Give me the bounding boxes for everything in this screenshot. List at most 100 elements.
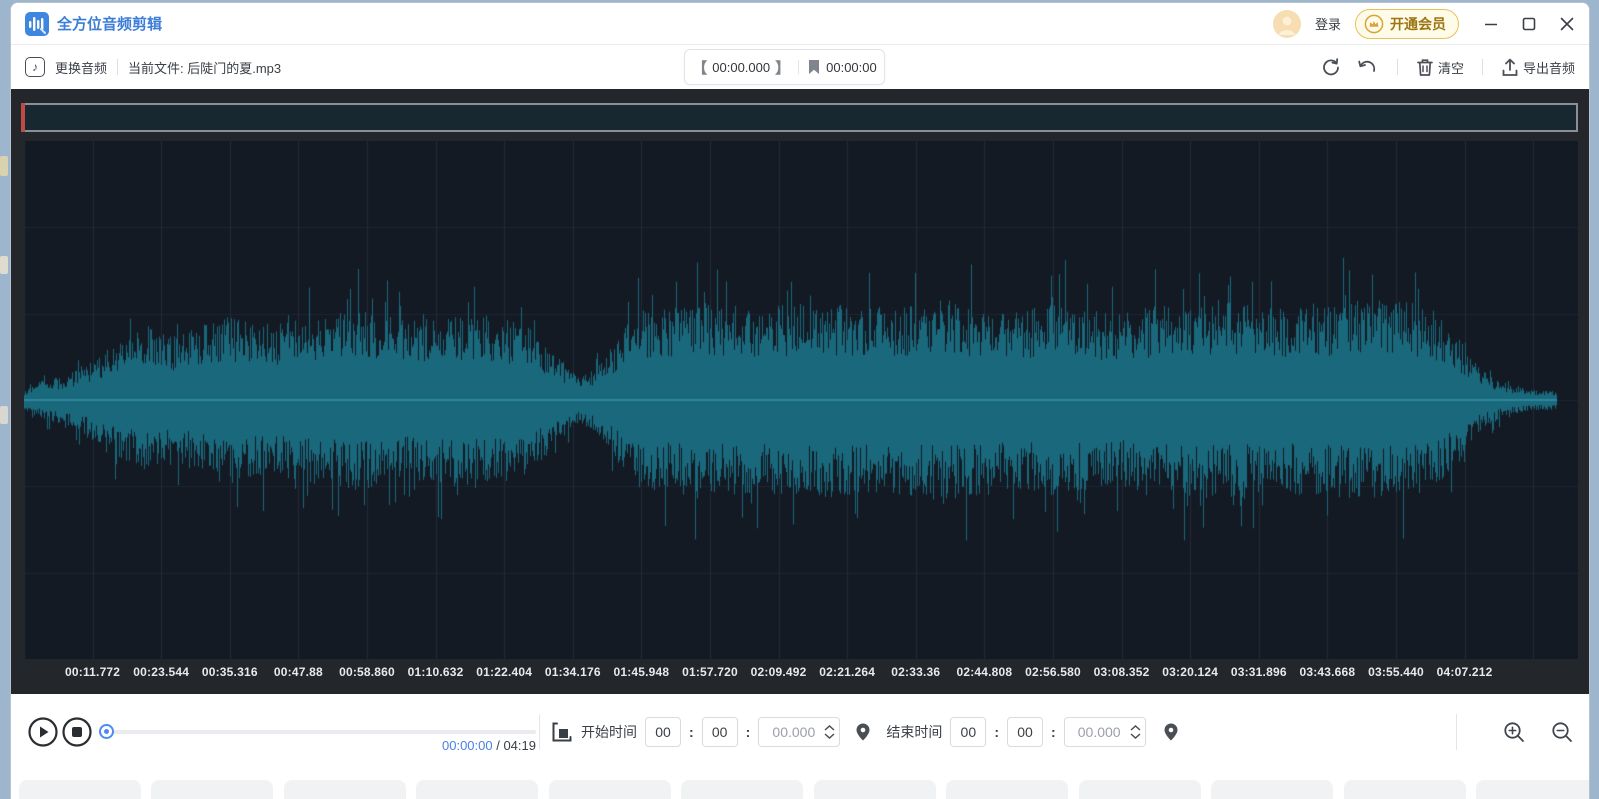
colon: : [689,724,694,740]
music-note-icon: ♪ [25,57,45,77]
start-seconds-value: 00.000 [767,724,820,740]
trash-icon [1416,58,1434,77]
undo-icon [1357,57,1379,77]
set-end-pin-icon[interactable] [1162,722,1180,742]
zoom-out-icon[interactable] [1551,721,1573,743]
minimize-button[interactable] [1483,16,1499,32]
stop-button[interactable] [61,716,93,748]
current-file-label: 当前文件: 后陡门的夏.mp3 [128,58,281,77]
minimap-playhead[interactable] [21,103,25,132]
waveform-minimap[interactable] [21,103,1578,132]
chevron-up-icon [824,725,835,731]
effect-card[interactable] [284,780,406,799]
change-audio-button[interactable]: ♪ 更换音频 [25,57,107,77]
login-button[interactable]: 登录 [1315,14,1341,33]
time-tick: 00:35.316 [202,665,258,679]
effect-card[interactable] [681,780,803,799]
end-seconds-value: 00.000 [1073,724,1126,740]
chevron-down-icon [1130,733,1141,739]
member-label: 开通会员 [1390,14,1446,34]
change-audio-label: 更换音频 [55,58,107,77]
open-membership-button[interactable]: 开通会员 [1355,9,1459,39]
select-range-icon[interactable] [551,721,573,743]
play-button[interactable] [27,716,59,748]
export-label: 导出音频 [1523,58,1575,77]
selection-time-box: 【 00:00.000 】 00:00:00 [684,49,885,85]
effect-card[interactable] [814,780,936,799]
redo-icon [1321,57,1341,77]
start-seconds-box[interactable]: 00.000 [758,717,840,747]
time-tick: 02:21.264 [819,665,875,679]
time-axis: 00:11.772 00:23.544 00:35.316 00:47.88 00:58… [11,665,1589,683]
end-minute-input[interactable] [1007,717,1043,747]
bracket-right-icon: 】 [775,57,790,78]
time-tick: 03:55.440 [1368,665,1424,679]
clear-button[interactable]: 清空 [1416,58,1464,77]
time-tick: 01:22.404 [476,665,532,679]
set-start-pin-icon[interactable] [854,722,872,742]
end-hour-input[interactable] [950,717,986,747]
effect-card[interactable] [1211,780,1333,799]
total-time: 04:19 [503,738,536,753]
effect-card[interactable] [946,780,1068,799]
time-tick: 02:09.492 [751,665,807,679]
divider [798,60,799,74]
clear-label: 清空 [1438,58,1464,77]
time-tick: 00:58.860 [339,665,395,679]
start-seconds-spinner[interactable] [824,725,835,739]
colon: : [1051,724,1056,740]
time-tick: 00:23.544 [133,665,189,679]
maximize-button[interactable] [1521,16,1537,32]
app-window: 全方位音频剪辑 登录 开通会员 [10,2,1590,799]
zoom-in-icon[interactable] [1503,721,1525,743]
effect-card[interactable] [1079,780,1201,799]
desktop-icon-fragment [0,256,8,274]
slider-handle[interactable] [99,724,114,739]
time-tick: 00:47.88 [274,665,323,679]
time-tick: 03:20.124 [1162,665,1218,679]
effect-card[interactable] [549,780,671,799]
start-time-label: 开始时间 [581,722,637,742]
close-button[interactable] [1559,16,1575,32]
desktop-icon-fragment [0,406,8,424]
colon: : [746,724,751,740]
bracket-left-icon: 【 [692,57,707,78]
zoom-group [1503,716,1573,748]
current-time: 00:00:00 [442,738,493,753]
time-tick: 01:34.176 [545,665,601,679]
export-icon [1501,58,1519,77]
effect-card[interactable] [19,780,141,799]
time-separator: / [493,738,504,753]
range-group: 开始时间 : : 00.000 结束时间 : : 00.000 [551,716,1180,748]
time-tick: 01:45.948 [613,665,669,679]
divider [1482,59,1483,75]
effect-card[interactable] [151,780,273,799]
time-tick: 02:33.36 [891,665,940,679]
end-seconds-box[interactable]: 00.000 [1064,717,1146,747]
time-tick: 02:56.580 [1025,665,1081,679]
time-tick: 01:57.720 [682,665,738,679]
crown-icon [1364,14,1384,34]
selection-duration: 00:00.000 [712,60,770,75]
effect-card[interactable] [1344,780,1466,799]
title-bar: 全方位音频剪辑 登录 开通会员 [11,3,1589,45]
chevron-up-icon [1130,725,1141,731]
undo-button[interactable] [1357,57,1379,77]
playback-controls: 00:00:00 / 04:19 开始时间 : : 00.000 [11,694,1589,776]
time-tick: 00:11.772 [65,665,120,679]
end-seconds-spinner[interactable] [1130,725,1141,739]
start-minute-input[interactable] [702,717,738,747]
chevron-down-icon [824,733,835,739]
redo-button[interactable] [1321,57,1341,77]
effect-card[interactable] [1476,780,1589,799]
end-time-label: 结束时间 [886,722,942,742]
start-hour-input[interactable] [645,717,681,747]
waveform-canvas[interactable] [24,141,1578,659]
effect-card[interactable] [416,780,538,799]
file-toolbar: ♪ 更换音频 当前文件: 后陡门的夏.mp3 【 00:00.000 】 00:… [11,45,1589,89]
bookmark-icon [807,59,821,75]
export-audio-button[interactable]: 导出音频 [1501,58,1575,77]
time-tick: 01:10.632 [408,665,464,679]
playback-slider[interactable] [99,730,536,734]
avatar[interactable] [1273,10,1301,38]
